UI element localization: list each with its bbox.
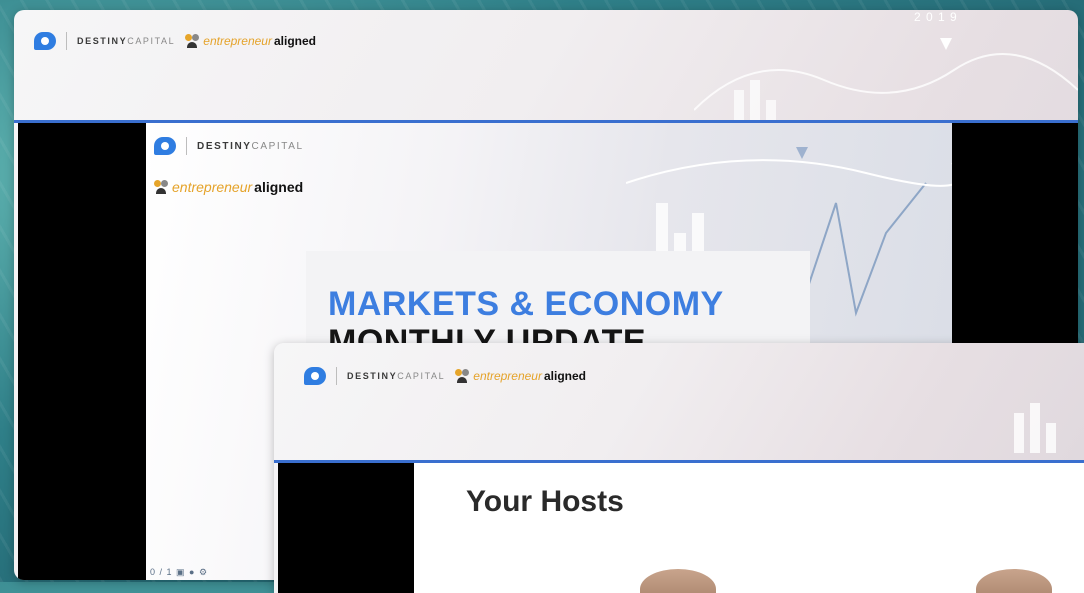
hosts-slide-title: Your Hosts bbox=[466, 485, 624, 518]
slide-title-line1: MARKETS & ECONOMY bbox=[328, 285, 724, 323]
host-photo-right bbox=[976, 569, 1052, 593]
destiny-capital-wordmark: DESTINYCAPITAL bbox=[347, 371, 446, 381]
down-arrow-icon bbox=[796, 147, 808, 159]
people-icon bbox=[154, 180, 170, 194]
entrepreneur-aligned-logo: entrepreneur aligned bbox=[154, 179, 303, 195]
destiny-logo-icon bbox=[34, 32, 56, 50]
host-photo-left bbox=[640, 569, 716, 593]
decorative-chart-graphic bbox=[694, 53, 1078, 130]
front-window[interactable]: DESTINYCAPITAL entrepreneur aligned Your … bbox=[274, 343, 1084, 593]
destiny-logo-icon bbox=[304, 367, 326, 385]
player-controls[interactable]: 0 / 1 ▣ ● ⚙ bbox=[150, 567, 208, 578]
entrepreneur-aligned-logo: entrepreneur aligned bbox=[185, 34, 316, 48]
presentation-slide-hosts: Your Hosts bbox=[414, 463, 1084, 593]
destiny-capital-wordmark: DESTINYCAPITAL bbox=[197, 140, 304, 152]
destiny-logo-icon bbox=[154, 137, 176, 155]
slide-brand-header: DESTINYCAPITAL bbox=[154, 137, 304, 155]
decorative-chart-graphic bbox=[1014, 403, 1056, 453]
people-icon bbox=[455, 369, 471, 383]
destiny-capital-wordmark: DESTINYCAPITAL bbox=[77, 36, 176, 46]
back-brand-header: DESTINYCAPITAL entrepreneur aligned bbox=[34, 32, 316, 50]
corner-year-text: 2 0 1 9 bbox=[914, 10, 958, 24]
entrepreneur-aligned-logo: entrepreneur aligned bbox=[455, 369, 586, 383]
people-icon bbox=[185, 34, 201, 48]
front-brand-header: DESTINYCAPITAL entrepreneur aligned bbox=[304, 367, 586, 385]
